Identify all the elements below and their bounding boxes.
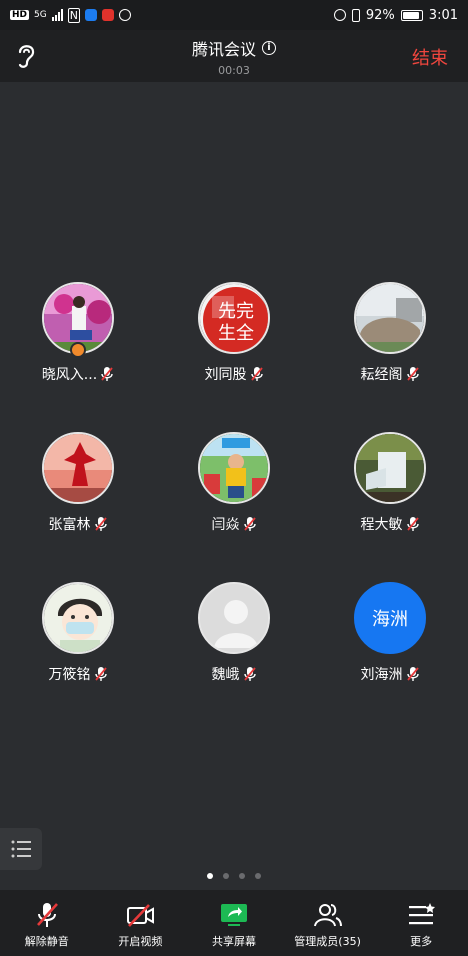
participant-tile[interactable]: 先完 生全 刘同股 <box>164 282 304 384</box>
default-person-icon <box>200 584 268 652</box>
avatar <box>198 582 270 654</box>
meeting-timer: 00:03 <box>218 64 250 77</box>
participant-name: 万筱铭 <box>48 667 91 683</box>
participant-name: 晓风入... <box>41 367 98 383</box>
meeting-header: 腾讯会议 i 00:03 结束 <box>0 30 468 82</box>
svg-text:先完: 先完 <box>218 301 254 322</box>
participant-tile[interactable]: 晓风入... <box>8 282 148 384</box>
alarm-icon <box>333 9 346 21</box>
meeting-title[interactable]: 腾讯会议 i <box>192 36 276 60</box>
nfc-icon: N <box>67 7 80 23</box>
network-label: 5G <box>34 10 47 20</box>
muted-mic-icon <box>94 667 107 681</box>
muted-mic-icon <box>406 367 419 381</box>
muted-mic-icon <box>243 517 256 531</box>
shield-notify-icon <box>118 9 131 21</box>
avatar <box>42 582 114 654</box>
status-bar: HD 5G N 92% 3:01 <box>0 0 468 30</box>
signal-icon <box>51 9 63 21</box>
page-dot[interactable] <box>207 873 213 879</box>
battery-percent: 92% <box>365 7 395 23</box>
muted-mic-icon <box>250 367 263 381</box>
participant-name-row: 刘同股 <box>164 364 304 384</box>
more-button[interactable]: 更多 <box>374 890 468 956</box>
muted-mic-icon <box>94 517 107 531</box>
avatar <box>42 432 114 504</box>
list-icon <box>11 840 31 858</box>
participant-name-row: 张富林 <box>8 514 148 534</box>
participant-tile[interactable]: 闫焱 <box>164 432 304 534</box>
participant-name: 程大敏 <box>360 517 403 533</box>
participant-name-row: 刘海洲 <box>320 664 460 684</box>
muted-mic-icon <box>101 367 113 381</box>
info-icon[interactable]: i <box>262 41 276 55</box>
unmute-label: 解除静音 <box>24 935 69 948</box>
participant-tile[interactable]: 万筱铭 <box>8 582 148 684</box>
participant-tile[interactable]: 张富林 <box>8 432 148 534</box>
share-screen-icon <box>220 904 247 926</box>
bottom-toolbar: 解除静音 开启视频 共享屏幕 管理成员(35) 更多 <box>0 890 468 956</box>
svg-text:生全: 生全 <box>218 323 254 344</box>
more-menu-icon <box>409 903 436 925</box>
participant-name-row: 万筱铭 <box>8 664 148 684</box>
page-indicator <box>0 873 468 879</box>
participant-name: 闫焱 <box>211 517 240 533</box>
page-dot[interactable] <box>223 873 229 879</box>
share-screen-label: 共享屏幕 <box>211 935 256 948</box>
members-icon <box>313 904 342 927</box>
participant-name-row: 魏峨 <box>164 664 304 684</box>
participant-name-row: 晓风入... <box>8 364 148 384</box>
avatar <box>198 432 270 504</box>
page-dot[interactable] <box>255 873 261 879</box>
page-dot[interactable] <box>239 873 245 879</box>
participant-name: 魏峨 <box>211 667 240 683</box>
manage-members-button[interactable]: 管理成员(35) <box>281 890 375 956</box>
mic-notify-icon <box>101 9 114 21</box>
start-video-label: 开启视频 <box>118 935 163 948</box>
title-block: 腾讯会议 i 00:03 <box>0 36 468 77</box>
participant-name-row: 耘经阁 <box>320 364 460 384</box>
participant-name: 刘同股 <box>204 367 247 383</box>
participant-name-row: 程大敏 <box>320 514 460 534</box>
vibrate-icon <box>351 8 360 22</box>
avatar <box>354 432 426 504</box>
muted-mic-icon <box>36 903 58 927</box>
status-right: 92% 3:01 <box>333 7 458 23</box>
hd-icon: HD <box>10 10 30 20</box>
video-off-icon <box>127 904 155 927</box>
app-notify-icon <box>84 9 97 21</box>
participant-tile[interactable]: 魏峨 <box>164 582 304 684</box>
start-video-button[interactable]: 开启视频 <box>94 890 188 956</box>
manage-members-label: 管理成员(35) <box>294 935 361 948</box>
participant-name: 刘海洲 <box>360 667 403 683</box>
status-left: HD 5G N <box>10 7 131 23</box>
participant-name: 耘经阁 <box>360 367 403 383</box>
participant-name-row: 闫焱 <box>164 514 304 534</box>
clock: 3:01 <box>428 7 458 23</box>
participant-tile[interactable]: 耘经阁 <box>320 282 460 384</box>
muted-mic-icon <box>406 517 419 531</box>
participant-list-toggle[interactable] <box>0 828 42 870</box>
participant-tile[interactable]: 程大敏 <box>320 432 460 534</box>
unmute-button[interactable]: 解除静音 <box>0 890 94 956</box>
muted-mic-icon <box>243 667 256 681</box>
avatar-initials: 海洲 <box>372 609 408 630</box>
participant-name: 张富林 <box>48 517 91 533</box>
avatar <box>354 282 426 354</box>
meeting-title-text: 腾讯会议 <box>191 40 256 59</box>
battery-icon <box>400 9 423 21</box>
muted-mic-icon <box>406 667 419 681</box>
share-screen-button[interactable]: 共享屏幕 <box>187 890 281 956</box>
participant-tile[interactable]: 海洲 刘海洲 <box>320 582 460 684</box>
more-label: 更多 <box>410 935 433 948</box>
avatar-text: 海洲 <box>354 582 426 654</box>
end-meeting-button[interactable]: 结束 <box>412 44 448 70</box>
host-badge-icon <box>70 342 86 358</box>
avatar: 先完 生全 <box>198 282 270 354</box>
